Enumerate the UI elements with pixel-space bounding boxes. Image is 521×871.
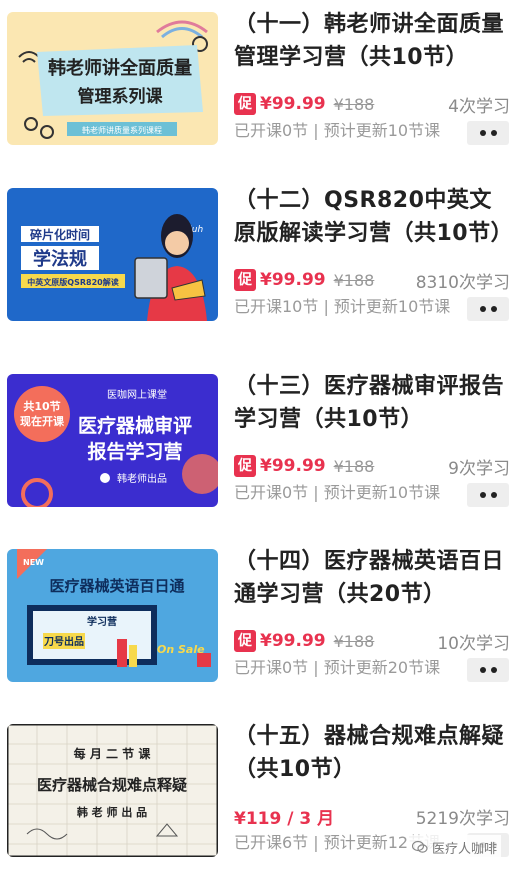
course-item[interactable]: 韩老师讲全面质量 管理系列课 韩老师讲质量系列课程 （十一）韩老师讲全面质量管理… (0, 0, 521, 174)
promo-badge: 促 (234, 630, 256, 652)
course-title-text[interactable]: （十四）医疗器械英语百日通学习营（共20节） (234, 545, 510, 611)
course-cover-image: 碎片化时间 学法规 中英文原版QSR820解读 Huh (7, 188, 218, 321)
course-thumbnail[interactable]: 共10节 现在开课 医咖网上课堂 医疗器械审评 报告学习营 韩老师出品 (7, 374, 218, 507)
svg-text:报告学习营: 报告学习营 (87, 440, 182, 463)
course-thumbnail[interactable]: 韩老师讲全面质量 管理系列课 韩老师讲质量系列课程 (7, 12, 218, 145)
current-price: ¥99.99 (260, 94, 326, 114)
svg-text:医咖网上课堂: 医咖网上课堂 (107, 389, 167, 401)
course-title-text[interactable]: （十五）器械合规难点解疑（共10节） (234, 720, 510, 786)
promo-badge: 促 (234, 93, 256, 115)
svg-text:韩 老 师 出 品: 韩 老 师 出 品 (77, 805, 147, 819)
course-progress-meta: 已开课0节 | 预计更新20节课 (234, 658, 441, 677)
course-cover-image: 韩老师讲全面质量 管理系列课 韩老师讲质量系列课程 (7, 12, 218, 145)
current-price: ¥99.99 (260, 456, 326, 476)
original-price: ¥188 (333, 270, 375, 290)
wechat-icon (412, 840, 428, 853)
more-options-button[interactable] (467, 658, 509, 682)
more-dots-icon (479, 667, 486, 673)
course-title-text[interactable]: （十二）QSR820中英文原版解读学习营（共10节） (234, 184, 513, 250)
svg-text:学习营: 学习营 (87, 615, 117, 628)
course-title[interactable]: （十五）器械合规难点解疑（共10节） (234, 720, 510, 786)
original-price: ¥188 (333, 456, 375, 476)
course-cover-image: 共10节 现在开课 医咖网上课堂 医疗器械审评 报告学习营 韩老师出品 (7, 374, 218, 507)
course-thumbnail[interactable]: 每 月 二 节 课 医疗器械合规难点释疑 韩 老 师 出 品 (7, 724, 218, 857)
svg-text:每 月 二 节 课: 每 月 二 节 课 (74, 746, 152, 761)
current-price: ¥99.99 (260, 270, 326, 290)
promo-badge: 促 (234, 269, 256, 291)
price-row: 促 ¥99.99 ¥188 10次学习 (234, 627, 510, 655)
price-row: 促 ¥99.99 ¥188 4次学习 (234, 90, 510, 118)
learner-count: 4次学习 (448, 96, 510, 117)
course-progress-meta: 已开课0节 | 预计更新10节课 (234, 121, 441, 140)
svg-text:学法规: 学法规 (33, 248, 87, 270)
svg-text:医疗器械审评: 医疗器械审评 (78, 414, 192, 437)
svg-text:医疗器械英语百日通: 医疗器械英语百日通 (49, 577, 184, 595)
course-title[interactable]: （十二）QSR820中英文原版解读学习营（共10节） (234, 184, 513, 250)
svg-text:韩老师讲全面质量: 韩老师讲全面质量 (48, 57, 192, 79)
more-options-button[interactable] (467, 483, 509, 507)
svg-text:医疗器械合规难点释疑: 医疗器械合规难点释疑 (37, 776, 187, 794)
more-dots-icon (479, 492, 486, 498)
svg-text:NEW: NEW (23, 558, 44, 567)
more-dots-icon (479, 306, 486, 312)
price-row: ¥119 / 3 月 5219次学习 (234, 802, 510, 830)
course-cover-image: 每 月 二 节 课 医疗器械合规难点释疑 韩 老 师 出 品 (7, 724, 218, 857)
svg-text:韩老师讲质量系列课程: 韩老师讲质量系列课程 (82, 125, 162, 135)
more-options-button[interactable] (467, 121, 509, 145)
course-cover-image: NEW 医疗器械英语百日通 学习营 刀号出品 On Sale (7, 549, 218, 682)
course-progress-meta: 已开课10节 | 预计更新10节课 (234, 297, 451, 316)
course-title[interactable]: （十四）医疗器械英语百日通学习营（共20节） (234, 545, 510, 611)
learner-count: 8310次学习 (415, 272, 510, 293)
course-title[interactable]: （十三）医疗器械审评报告学习营（共10节） (234, 370, 510, 436)
watermark-text: 医疗人咖啡 (432, 841, 498, 857)
learner-count: 9次学习 (448, 458, 510, 479)
price-row: 促 ¥99.99 ¥188 9次学习 (234, 452, 510, 480)
learner-count: 10次学习 (437, 633, 510, 654)
course-title-text[interactable]: （十三）医疗器械审评报告学习营（共10节） (234, 370, 510, 436)
original-price: ¥188 (333, 94, 375, 114)
watermark: 医疗人咖啡 (408, 835, 502, 859)
svg-text:共10节: 共10节 (23, 399, 60, 413)
course-title[interactable]: （十一）韩老师讲全面质量管理学习营（共10节） (234, 8, 510, 74)
promo-badge: 促 (234, 455, 256, 477)
svg-text:碎片化时间: 碎片化时间 (30, 227, 90, 242)
course-item[interactable]: NEW 医疗器械英语百日通 学习营 刀号出品 On Sale （十四）医疗器械英… (0, 537, 521, 711)
svg-text:刀号出品: 刀号出品 (44, 635, 84, 648)
course-thumbnail[interactable]: 碎片化时间 学法规 中英文原版QSR820解读 Huh (7, 188, 218, 321)
current-price: ¥119 / 3 月 (234, 808, 335, 829)
svg-text:韩老师出品: 韩老师出品 (117, 472, 167, 485)
svg-text:现在开课: 现在开课 (20, 414, 65, 428)
course-item[interactable]: 碎片化时间 学法规 中英文原版QSR820解读 Huh （十二）QSR820中英… (0, 176, 521, 350)
current-price: ¥99.99 (260, 631, 326, 651)
course-progress-meta: 已开课0节 | 预计更新10节课 (234, 483, 441, 502)
course-thumbnail[interactable]: NEW 医疗器械英语百日通 学习营 刀号出品 On Sale (7, 549, 218, 682)
original-price: ¥188 (333, 631, 375, 651)
course-item[interactable]: 共10节 现在开课 医咖网上课堂 医疗器械审评 报告学习营 韩老师出品 （十三）… (0, 362, 521, 536)
more-dots-icon (490, 130, 497, 136)
more-dots-icon (490, 492, 497, 498)
learner-count: 5219次学习 (415, 808, 510, 829)
svg-text:管理系列课: 管理系列课 (78, 86, 164, 107)
more-dots-icon (490, 667, 497, 673)
more-dots-icon (490, 306, 497, 312)
more-options-button[interactable] (467, 297, 509, 321)
more-dots-icon (479, 130, 486, 136)
course-title-text[interactable]: （十一）韩老师讲全面质量管理学习营（共10节） (234, 8, 510, 74)
svg-text:中英文原版QSR820解读: 中英文原版QSR820解读 (27, 277, 118, 287)
price-row: 促 ¥99.99 ¥188 8310次学习 (234, 266, 510, 294)
